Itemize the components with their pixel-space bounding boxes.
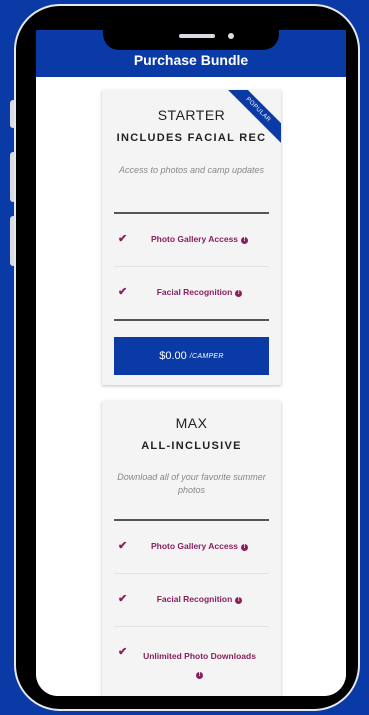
bundle-list[interactable]: POPULAR STARTER INCLUDES FACIAL REC Acce… [36, 77, 346, 696]
feature-label: Photo Gallery Access [150, 541, 239, 551]
divider [114, 319, 269, 321]
camera-icon [228, 33, 234, 39]
plan-card-max: MAX ALL-INCLUSIVE Download all of your f… [102, 401, 281, 696]
feature-label: Facial Recognition [156, 287, 233, 297]
feature-item: ✔ Photo Gallery Access! [114, 521, 269, 574]
speaker-icon [179, 34, 215, 38]
feature-item: ✔ Photo Gallery Access! [114, 214, 269, 267]
popular-ribbon: POPULAR [221, 90, 281, 150]
feature-label: Facial Recognition [156, 594, 233, 604]
feature-label: Photo Gallery Access [150, 234, 239, 244]
feature-label: Unlimited Photo Downloads [143, 651, 256, 661]
popular-badge: POPULAR [221, 90, 281, 147]
page-title: Purchase Bundle [133, 52, 249, 68]
feature-item: ✔ Unlimited Photo Downloads! [114, 627, 269, 687]
feature-item: ✔ Facial Recognition! [114, 574, 269, 627]
info-icon[interactable]: ! [235, 290, 243, 297]
feature-item: ✔ Facial Recognition! [114, 267, 269, 319]
app-screen: Purchase Bundle POPULAR STARTER INCLUDES… [36, 30, 346, 696]
select-starter-button[interactable]: $0.00 /CAMPER [114, 337, 269, 375]
phone-notch [103, 28, 279, 50]
price-unit: /CAMPER [189, 352, 224, 360]
plan-description: Download all of your favorite summer pho… [117, 472, 266, 495]
price-value: $0.00 [159, 350, 187, 362]
checkmark-icon: ✔ [118, 286, 128, 298]
plan-subtitle: ALL-INCLUSIVE [141, 440, 242, 452]
info-icon[interactable]: ! [196, 672, 203, 679]
info-icon[interactable]: ! [235, 597, 243, 604]
checkmark-icon: ✔ [118, 233, 128, 245]
plan-name: MAX [175, 415, 208, 431]
checkmark-icon: ✔ [118, 540, 128, 552]
info-icon[interactable]: ! [241, 237, 249, 244]
plan-card-starter: POPULAR STARTER INCLUDES FACIAL REC Acce… [102, 90, 281, 385]
checkmark-icon: ✔ [118, 646, 128, 658]
plan-description: Access to photos and camp updates [118, 165, 265, 175]
info-icon[interactable]: ! [241, 544, 249, 551]
checkmark-icon: ✔ [118, 593, 128, 605]
